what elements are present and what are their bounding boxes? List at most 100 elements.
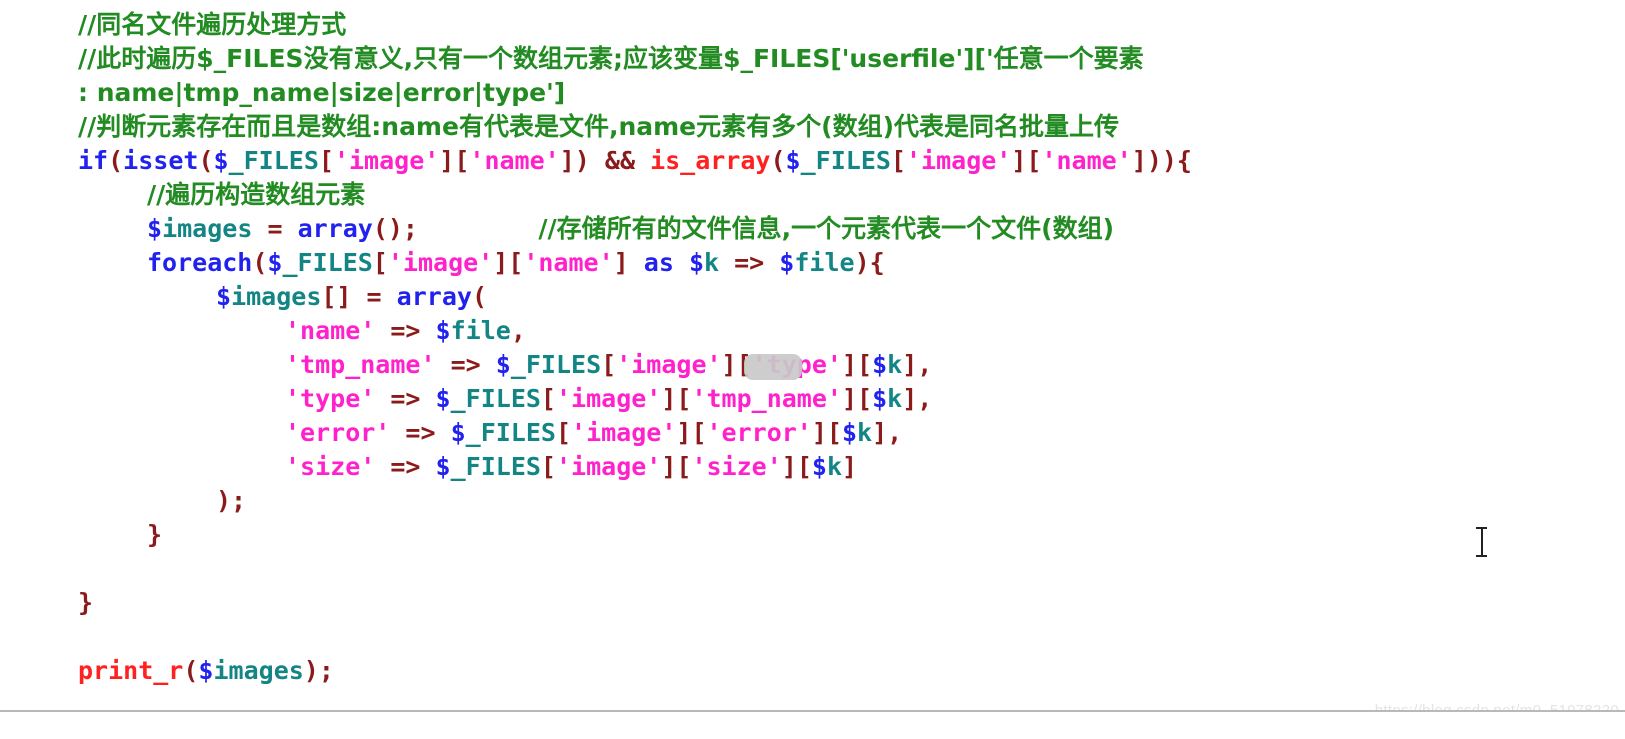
code-token-string: 'image' (387, 248, 494, 277)
code-token-string: 'tmp_name' (691, 384, 842, 413)
code-token-sigil: $ (213, 146, 229, 175)
code-token-var: k (826, 452, 842, 481)
code-token-punc: = (366, 282, 382, 311)
code-token-punc: ], (902, 384, 933, 413)
code-token-punc: ] (613, 248, 629, 277)
code-token-punc: [ (890, 146, 906, 175)
code-line: 'name' => $file, (285, 314, 526, 348)
code-token-sigil: $ (435, 384, 451, 413)
code-token-keyword: array (297, 214, 373, 243)
code-line: //此时遍历$_FILES没有意义,只有一个数组元素;应该变量$_FILES['… (78, 42, 1144, 76)
text-cursor-icon (1476, 527, 1487, 557)
code-token-punc: ); (303, 656, 334, 685)
code-token-punc: [ (555, 418, 572, 447)
code-token-string: 'image' (555, 384, 662, 413)
code-line: //遍历构造数组元素 (147, 178, 365, 212)
code-token-punc: = (267, 214, 283, 243)
code-token-punc: [] (321, 282, 352, 311)
code-token-func-red: is_array (650, 146, 771, 175)
code-token-punc: [ (318, 146, 334, 175)
code-token-var: _FILES (282, 248, 373, 277)
code-token-punc: => (390, 384, 421, 413)
code-line: 'size' => $_FILES['image']['size'][$k] (285, 450, 857, 484)
code-token-sigil: $ (872, 384, 888, 413)
code-token-string: 'image' (616, 350, 722, 379)
code-token-comment-mono: name (381, 112, 459, 141)
code-token-string: 'size' (691, 452, 782, 481)
code-token-punc: ], (872, 418, 903, 447)
code-token-var: _FILES (228, 146, 319, 175)
code-token-keyword: foreach (147, 248, 253, 277)
code-token-punc: => (405, 418, 436, 447)
code-token-string: 'type' (285, 384, 376, 413)
code-token-var: images (213, 656, 304, 685)
code-token-punc: } (78, 588, 94, 617)
code-token-string: 'error' (285, 418, 391, 447)
code-token-var: k (887, 350, 903, 379)
code-line: 'type' => $_FILES['image']['tmp_name'][$… (285, 382, 932, 416)
code-token-comment-mono: $_FILES (196, 44, 304, 73)
code-token-punc: => (450, 350, 481, 379)
code-token-var: file (450, 316, 511, 345)
code-token-string: 'image' (555, 452, 662, 481)
code-token-comment-mono: $_FILES['userfile'][ (723, 44, 986, 73)
code-token-sigil: $ (872, 350, 888, 379)
code-line: } (78, 586, 93, 620)
code-token-string: 'name' (285, 316, 376, 345)
code-token-punc: ]) (559, 146, 590, 175)
code-token-var: file (794, 248, 855, 277)
code-token-punc: ][ (661, 452, 692, 481)
code-token-punc: [ (372, 248, 388, 277)
code-token-var: _FILES (800, 146, 891, 175)
code-token-var: images (162, 214, 253, 243)
code-line: } (147, 518, 162, 552)
code-token-punc: ( (770, 146, 786, 175)
code-token-punc: ][ (493, 248, 524, 277)
code-token-punc: => (734, 248, 765, 277)
code-token-punc: ], (902, 350, 933, 379)
code-token-var: k (857, 418, 873, 447)
code-token-punc: => (390, 316, 421, 345)
code-token-sigil: $ (495, 350, 511, 379)
code-token-var: _FILES (465, 418, 556, 447)
code-token-sigil: $ (688, 248, 704, 277)
code-token-punc: ][ (811, 418, 842, 447)
code-token-punc: ( (252, 248, 268, 277)
code-token-comment: 元素有多个(数组)代表是同名批量上传 (696, 112, 1119, 141)
code-token-punc: [ (540, 384, 556, 413)
code-token-punc: } (147, 520, 163, 549)
code-token-var: images (231, 282, 322, 311)
code-token-func-red: print_r (78, 656, 184, 685)
code-token-punc: (); (372, 214, 418, 243)
code-token-sigil: $ (198, 656, 214, 685)
code-token-keyword: as (643, 248, 674, 277)
code-line: if(isset($_FILES['image']['name']) && is… (78, 144, 1192, 178)
code-token-punc: ); (216, 486, 247, 515)
code-token-keyword: isset (123, 146, 199, 175)
code-token-punc: ( (198, 146, 214, 175)
code-token-string: 'image' (333, 146, 440, 175)
code-line: 'tmp_name' => $_FILES['image']['type'][$… (285, 348, 932, 382)
code-token-string: 'error' (706, 418, 812, 447)
code-token-punc: ] (842, 452, 858, 481)
code-token-sigil: $ (267, 248, 283, 277)
code-editor-canvas[interactable]: //同名文件遍历处理方式//此时遍历$_FILES没有意义,只有一个数组元素;应… (0, 0, 1625, 712)
code-token-keyword: if (78, 146, 109, 175)
